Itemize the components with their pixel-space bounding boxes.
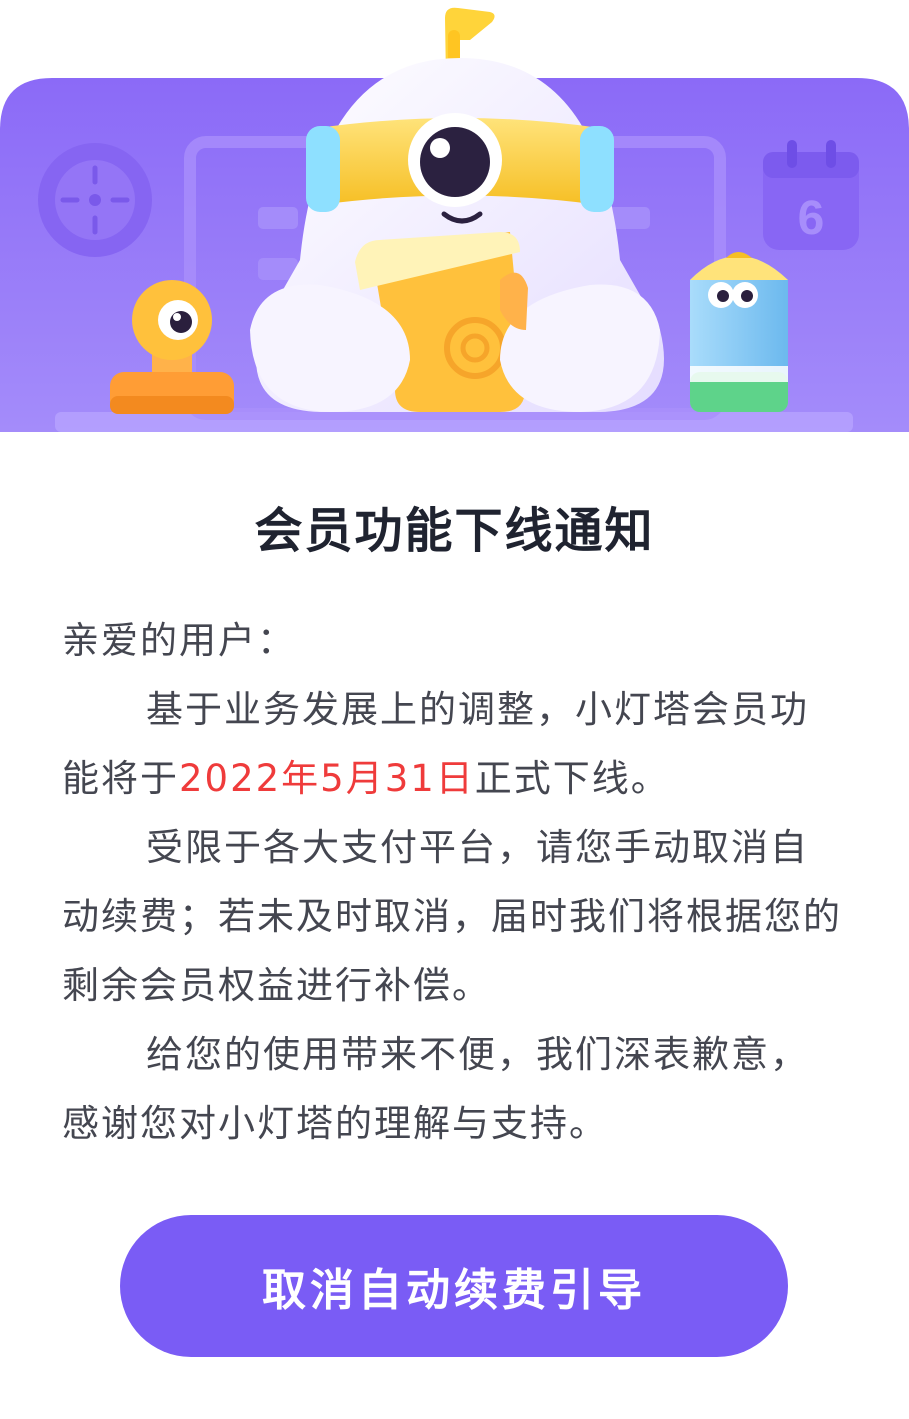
notice-title: 会员功能下线通知 xyxy=(254,503,655,559)
notice-body: 亲爱的用户： 基于业务发展上的调整，小灯塔会员功能将于2022年5月31日正式下… xyxy=(62,606,842,1158)
calendar-day: 6 xyxy=(798,192,825,245)
clock-icon xyxy=(38,143,152,257)
notice-card: 6 会员功能下线通知 亲爱的用户： 基于业务发展上的调整，小灯塔会员功能将于20… xyxy=(0,0,909,1419)
greeting-text: 亲爱的用户： xyxy=(62,619,296,662)
calendar-icon: 6 xyxy=(763,140,859,250)
pencil-character xyxy=(690,252,788,412)
paragraph-shutdown: 基于业务发展上的调整，小灯塔会员功能将于2022年5月31日正式下线。 xyxy=(62,675,842,813)
paragraph-shutdown-tail: 正式下线。 xyxy=(474,757,670,800)
paragraph-apology: 给您的使用带来不便，我们深表歉意，感谢您对小灯塔的理解与支持。 xyxy=(62,1033,809,1145)
cancel-auto-renew-guide-button[interactable]: 取消自动续费引导 xyxy=(120,1215,788,1357)
paragraph-cancel-renewal: 受限于各大支付平台，请您手动取消自动续费；若未及时取消，届时我们将根据您的剩余会… xyxy=(62,826,842,1007)
robot-mascot xyxy=(250,7,664,412)
banner-illustration: 6 xyxy=(0,0,909,432)
shutdown-date: 2022年5月31日 xyxy=(179,757,475,800)
